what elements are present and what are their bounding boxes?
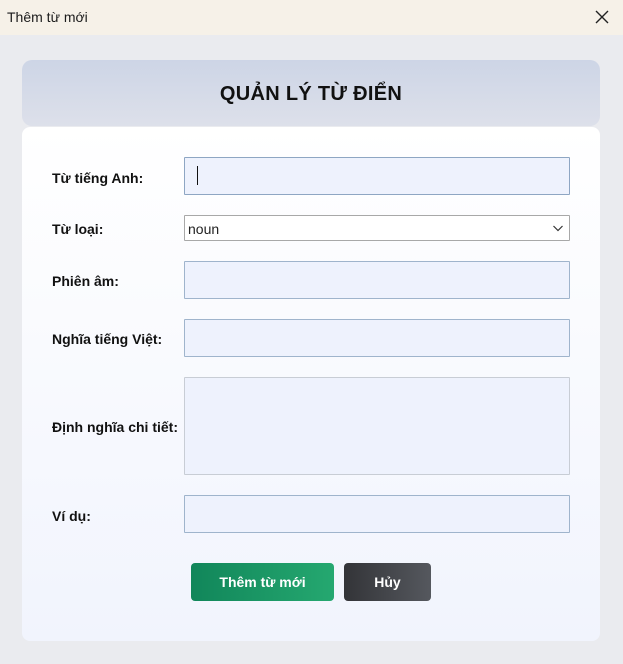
- word-type-value: noun: [188, 221, 220, 237]
- vietnamese-meaning-label: Nghĩa tiếng Việt:: [52, 331, 163, 347]
- close-button[interactable]: [589, 4, 615, 30]
- word-type-select[interactable]: noun: [184, 215, 570, 241]
- text-caret: [197, 166, 198, 185]
- detailed-definition-textarea[interactable]: [184, 377, 570, 475]
- window-body: QUẢN LÝ TỪ ĐIỂN Từ tiếng Anh: Từ loại: n…: [0, 35, 623, 664]
- cancel-button[interactable]: Hủy: [344, 563, 431, 601]
- vietnamese-meaning-input[interactable]: [184, 319, 570, 357]
- page-title: QUẢN LÝ TỪ ĐIỂN: [219, 82, 403, 105]
- title-bar: Thêm từ mới: [0, 0, 623, 35]
- add-word-button[interactable]: Thêm từ mới: [191, 563, 334, 601]
- add-word-button-label: Thêm từ mới: [219, 574, 306, 590]
- word-form: Từ tiếng Anh: Từ loại: noun Phiên âm: Ng…: [22, 127, 600, 641]
- example-input[interactable]: [184, 495, 570, 533]
- chevron-down-icon: [553, 225, 563, 232]
- window-title: Thêm từ mới: [7, 9, 88, 25]
- close-icon: [595, 10, 609, 24]
- header-card: QUẢN LÝ TỪ ĐIỂN: [22, 60, 600, 126]
- example-label: Ví dụ:: [52, 508, 91, 524]
- pronunciation-label: Phiên âm:: [52, 273, 119, 289]
- english-word-label: Từ tiếng Anh:: [52, 170, 144, 186]
- pronunciation-input[interactable]: [184, 261, 570, 299]
- word-type-label: Từ loại:: [52, 221, 104, 237]
- detailed-definition-label: Định nghĩa chi tiết:: [52, 419, 178, 435]
- cancel-button-label: Hủy: [374, 574, 401, 590]
- english-word-input[interactable]: [184, 157, 570, 195]
